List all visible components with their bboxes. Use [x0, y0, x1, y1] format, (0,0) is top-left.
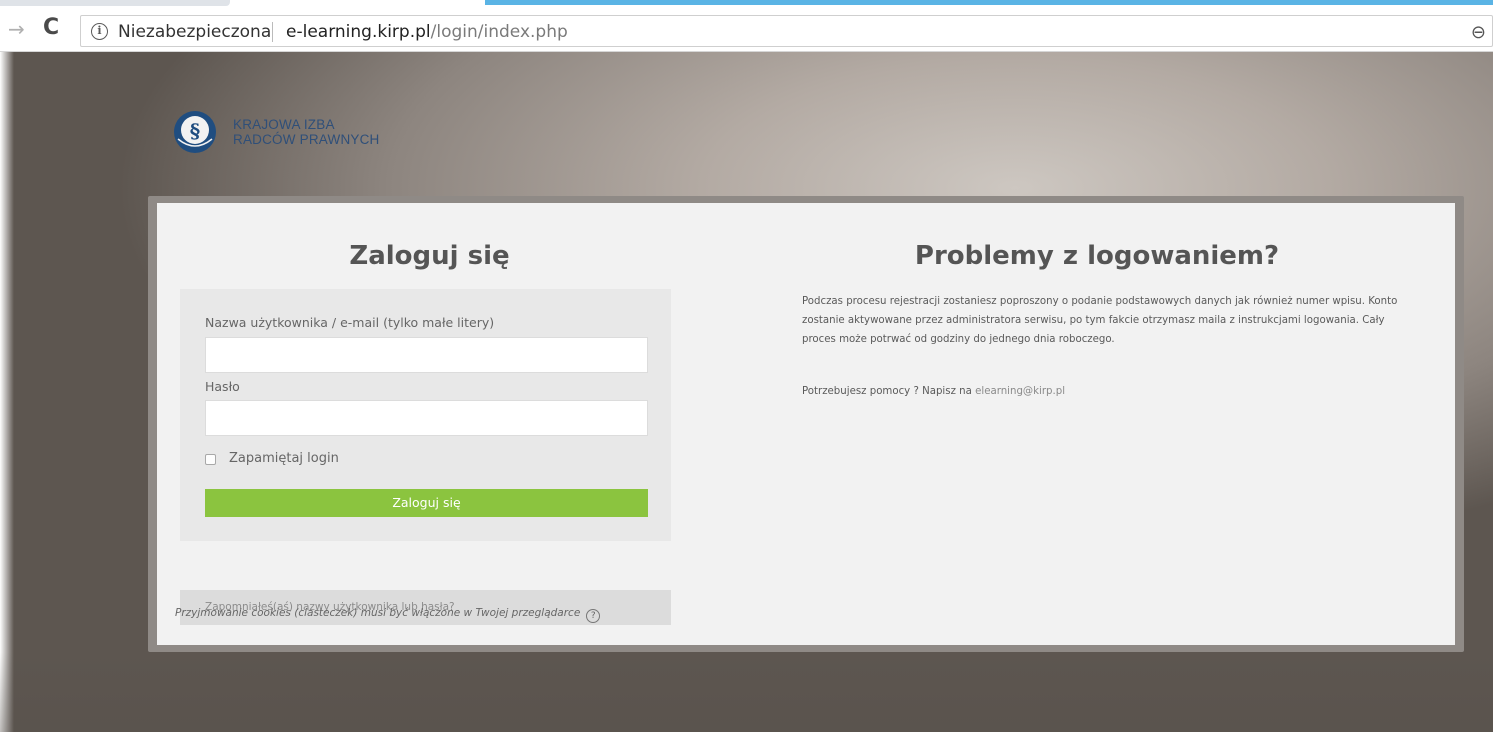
url-path: /login/index.php — [430, 22, 568, 42]
page-bottom-shade — [0, 652, 1493, 732]
url-text[interactable]: e-learning.kirp.pl/login/index.php — [286, 21, 568, 43]
reload-icon[interactable]: C — [43, 17, 59, 39]
cookies-note-text: Przyjmowanie cookies (ciasteczek) musi b… — [175, 607, 581, 619]
password-label: Hasło — [205, 379, 240, 394]
browser-toolbar: → C i Niezabezpieczona e-learning.kirp.p… — [0, 10, 1493, 52]
svg-text:§: § — [190, 119, 200, 143]
forward-icon[interactable]: → — [8, 19, 25, 39]
login-form: Nazwa użytkownika / e-mail (tylko małe l… — [180, 289, 671, 541]
tab-strip-accent — [485, 0, 1493, 5]
password-input[interactable] — [205, 400, 648, 436]
brand-line-2: RADCÓW PRAWNYCH — [233, 132, 380, 147]
tab-strip — [0, 0, 1493, 10]
help-email-link[interactable]: elearning@kirp.pl — [975, 386, 1065, 397]
username-label: Nazwa użytkownika / e-mail (tylko małe l… — [205, 315, 495, 330]
page-background: § KRAJOWA IZBA RADCÓW PRAWNYCH Zaloguj s… — [0, 52, 1493, 732]
login-title: Zaloguj się — [349, 241, 510, 271]
username-input[interactable] — [205, 337, 648, 373]
browser-tab[interactable] — [0, 0, 230, 6]
help-icon[interactable]: ? — [586, 609, 601, 623]
address-bar[interactable]: i Niezabezpieczona e-learning.kirp.pl/lo… — [80, 15, 1493, 47]
problems-title: Problemy z logowaniem? — [914, 241, 1280, 271]
login-card: Zaloguj się Nazwa użytkownika / e-mail (… — [157, 203, 1455, 645]
cookies-note: Przyjmowanie cookies (ciasteczek) musi b… — [175, 601, 695, 623]
info-icon[interactable]: i — [91, 23, 108, 40]
url-host: e-learning.kirp.pl — [286, 22, 431, 42]
brand-line-1: KRAJOWA IZBA — [233, 117, 335, 132]
zoom-icon[interactable]: ⊖ — [1471, 22, 1486, 43]
security-label[interactable]: Niezabezpieczona — [118, 21, 271, 43]
problems-text: Podczas procesu rejestracji zostaniesz p… — [802, 296, 1398, 345]
login-button[interactable]: Zaloguj się — [205, 489, 648, 517]
address-separator — [272, 22, 273, 42]
kirp-seal-icon: § — [174, 111, 216, 153]
brand-name: KRAJOWA IZBA RADCÓW PRAWNYCH — [233, 117, 380, 147]
remember-label[interactable]: Zapamiętaj login — [229, 451, 339, 466]
remember-checkbox[interactable] — [205, 454, 216, 465]
help-line: Potrzebujesz pomocy ? Napisz na elearnin… — [802, 386, 1065, 397]
help-prefix: Potrzebujesz pomocy ? Napisz na — [802, 386, 976, 397]
